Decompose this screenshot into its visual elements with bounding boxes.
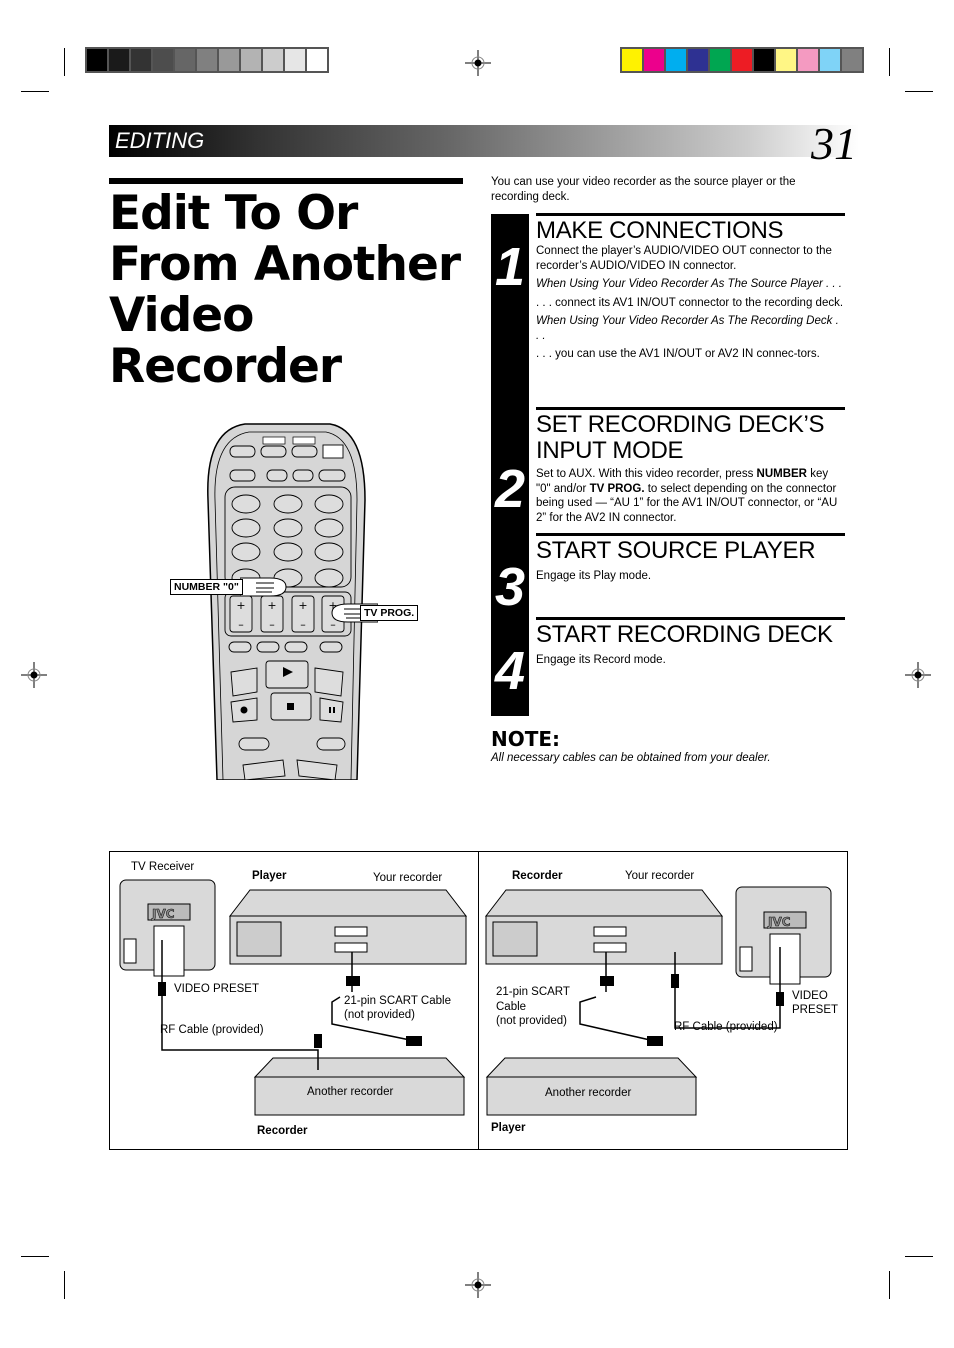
gray-swatch: [175, 49, 195, 71]
step-title: MAKE CONNECTIONS: [536, 217, 784, 244]
recorder-label: Recorder: [512, 870, 563, 882]
registration-mark-icon: [905, 662, 931, 688]
note-text: All necessary cables can be obtained fro…: [491, 752, 771, 764]
section-label: EDITING: [115, 128, 205, 153]
grayscale-calibration-bar: [85, 47, 329, 73]
step-2: SET RECORDING DECK’S INPUT MODE Set to AU…: [536, 407, 845, 525]
scart-cable-label: 21-pin SCART Cable (not provided): [344, 995, 451, 1021]
video-preset-label: VIDEO PRESET: [792, 990, 839, 1016]
crop-mark: [21, 91, 49, 92]
gray-swatch: [219, 49, 239, 71]
rf-cable-label: RF Cable (provided): [160, 1024, 264, 1036]
crop-mark: [64, 1271, 65, 1299]
gray-swatch: [87, 49, 107, 71]
svg-text:+: +: [298, 599, 307, 612]
rf-cable-label: RF Cable (provided): [674, 1021, 778, 1033]
registration-mark-icon: [465, 1272, 491, 1298]
section-banner: EDITING 31: [109, 118, 859, 169]
jvc-logo: JVC: [151, 907, 175, 921]
pointing-hand-icon: [240, 577, 287, 597]
player-label: Player: [252, 870, 287, 882]
crop-mark: [905, 1256, 933, 1257]
step-number-4: 4: [491, 618, 529, 716]
svg-text:–: –: [238, 618, 244, 631]
crop-mark: [905, 91, 933, 92]
gray-swatch: [285, 49, 305, 71]
step-title: START SOURCE PLAYER: [536, 537, 816, 564]
title-rule: [109, 178, 463, 184]
crop-mark: [21, 1256, 49, 1257]
gray-swatch: [307, 49, 327, 71]
recorder-label: Recorder: [257, 1125, 308, 1137]
svg-text:–: –: [300, 618, 306, 631]
gray-swatch: [197, 49, 217, 71]
another-recorder-label: Another recorder: [545, 1087, 632, 1099]
intro-text: You can use your video recorder as the s…: [491, 176, 796, 203]
step-number-1: 1: [491, 214, 529, 404]
step-title: SET RECORDING DECK’S INPUT MODE: [536, 411, 825, 464]
crop-mark: [889, 1271, 890, 1299]
color-swatch: [732, 49, 752, 71]
color-swatch: [710, 49, 730, 71]
color-swatch: [798, 49, 818, 71]
note-title: NOTE:: [491, 727, 561, 751]
tv-receiver-label: TV Receiver: [131, 861, 195, 873]
color-swatch: [776, 49, 796, 71]
number-0-callout: NUMBER "0": [170, 579, 243, 595]
color-swatch: [688, 49, 708, 71]
scart-cable-label: 21-pin SCART Cable (not provided): [496, 986, 570, 1027]
step-number-3: 3: [491, 534, 529, 618]
step-3: START SOURCE PLAYER Engage its Play mode…: [536, 533, 845, 584]
your-recorder-label: Your recorder: [373, 872, 443, 884]
gray-swatch: [241, 49, 261, 71]
page-number: 31: [811, 118, 857, 169]
gray-swatch: [109, 49, 129, 71]
another-recorder-label: Another recorder: [307, 1086, 394, 1098]
registration-mark-icon: [21, 662, 47, 688]
video-preset-label: VIDEO PRESET: [174, 983, 259, 995]
crop-mark: [889, 48, 890, 76]
crop-mark: [64, 48, 65, 76]
player-label: Player: [491, 1122, 526, 1134]
step-number-2: 2: [491, 404, 529, 534]
step-4: START RECORDING DECK Engage its Record m…: [536, 617, 845, 668]
jvc-logo: JVC: [767, 915, 791, 929]
color-swatch: [666, 49, 686, 71]
color-swatch: [622, 49, 642, 71]
svg-text:–: –: [269, 618, 275, 631]
color-calibration-bar: [620, 47, 864, 73]
your-recorder-label: Your recorder: [625, 870, 695, 882]
color-swatch: [842, 49, 862, 71]
your-recorder-top: [228, 889, 468, 917]
registration-mark-icon: [465, 50, 491, 76]
color-swatch: [820, 49, 840, 71]
gray-swatch: [263, 49, 283, 71]
step-title: START RECORDING DECK: [536, 621, 833, 648]
tv-prog-callout: TV PROG.: [360, 605, 419, 621]
connection-diagram-art: JVC JVC: [119, 879, 832, 1116]
another-recorder-top: [253, 1057, 466, 1078]
color-swatch: [754, 49, 774, 71]
page-title: Edit To Or From Another Video Recorder: [109, 186, 461, 394]
step-1: MAKE CONNECTIONS Connect the player’s AU…: [536, 213, 845, 366]
gray-swatch: [131, 49, 151, 71]
color-swatch: [644, 49, 664, 71]
gray-swatch: [153, 49, 173, 71]
